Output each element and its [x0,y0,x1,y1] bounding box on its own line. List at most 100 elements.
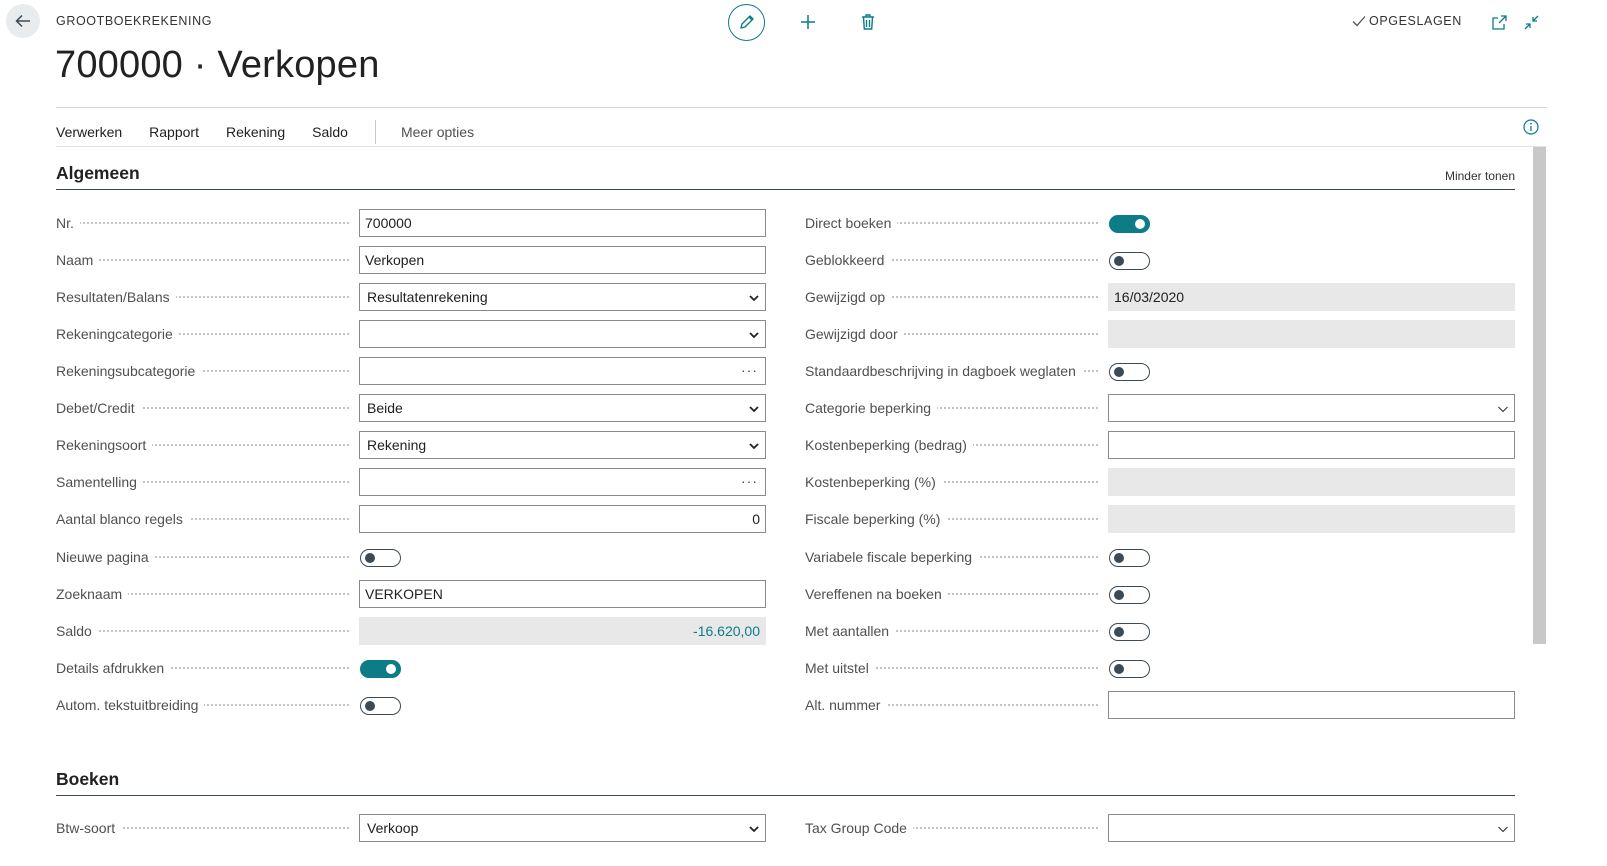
label-rekeningsoort: Rekeningsoort [56,437,153,453]
more-options-button[interactable]: Meer opties [401,124,474,140]
back-button[interactable] [6,4,40,38]
select-rekeningsoort[interactable]: Rekening [359,431,766,459]
new-button[interactable] [798,12,818,32]
input-kostenbeperking-bedrag[interactable] [1108,431,1515,459]
open-new-window-button[interactable] [1490,13,1508,31]
toggle-details-afdrukken[interactable] [360,660,401,678]
field-rekeningsubcategorie: Rekeningsubcategorie [56,357,349,385]
label-nr: Nr. [56,215,80,231]
input-naam[interactable]: Verkopen [359,246,766,274]
label-aantal-blanco-regels: Aantal blanco regels [56,511,189,527]
action-bar-divider [56,146,1547,147]
select-categorie-beperking[interactable] [1108,394,1515,422]
field-tax-group-code: Tax Group Code [805,814,1098,842]
action-rapport[interactable]: Rapport [149,124,199,140]
chevron-down-icon [1498,406,1508,413]
action-saldo[interactable]: Saldo [312,124,348,140]
trash-icon [862,14,874,30]
delete-button[interactable] [858,12,878,32]
input-zoeknaam[interactable]: VERKOPEN [359,580,766,608]
collapse-button[interactable] [1522,13,1540,31]
field-standaardbeschrijving: Standaardbeschrijving in dagboek weglate… [805,357,1098,385]
chevron-down-icon [1498,826,1508,833]
label-fiscale-beperking: Fiscale beperking (%) [805,511,947,527]
checkmark-icon [1352,16,1366,27]
field-saldo: Saldo [56,617,349,645]
toggle-direct-boeken[interactable] [1109,215,1150,233]
field-geblokkeerd: Geblokkeerd [805,246,1098,274]
info-icon [1522,118,1539,135]
label-kostenbeperking-bedrag: Kostenbeperking (bedrag) [805,437,973,453]
saldo-value-link[interactable]: -16.620,00 [359,617,766,645]
toggle-met-uitstel[interactable] [1109,660,1150,678]
label-kostenbeperking-pct: Kostenbeperking (%) [805,474,942,490]
fiscale-beperking-value [1108,505,1515,533]
select-value: Rekening [367,437,427,453]
header-divider [56,107,1547,108]
info-button[interactable] [1522,118,1539,135]
field-nieuwe-pagina: Nieuwe pagina [56,543,349,571]
show-less-link[interactable]: Minder tonen [1445,169,1515,183]
action-separator [374,120,376,144]
lookup-rekeningsubcategorie[interactable]: ··· [359,357,766,385]
input-aantal-blanco-regels[interactable]: 0 [359,505,766,533]
field-rekeningsoort: Rekeningsoort [56,431,349,459]
chevron-down-icon [749,332,759,339]
label-details-afdrukken: Details afdrukken [56,660,171,676]
field-categorie-beperking: Categorie beperking [805,394,1098,422]
collapse-arrows-icon [1524,15,1538,29]
plus-icon [801,15,815,29]
saved-status: OPGESLAGEN [1352,14,1462,28]
select-debet-credit[interactable]: Beide [359,394,766,422]
select-tax-group-code[interactable] [1108,814,1515,842]
toggle-autom-tekstuitbreiding[interactable] [360,697,401,715]
action-rekening[interactable]: Rekening [226,124,285,140]
toggle-geblokkeerd[interactable] [1109,252,1150,270]
kostenbeperking-pct-value [1108,468,1515,496]
label-tax-group-code: Tax Group Code [805,820,913,836]
label-gewijzigd-door: Gewijzigd door [805,326,904,342]
record-actions [728,3,874,41]
field-resultaten-balans: Resultaten/Balans [56,283,349,311]
edit-button[interactable] [728,3,765,41]
field-autom-tekstuitbreiding: Autom. tekstuitbreiding [56,691,349,719]
toggle-standaardbeschrijving[interactable] [1109,363,1150,381]
section-title-boeken: Boeken [56,769,120,789]
field-met-aantallen: Met aantallen [805,617,1098,645]
label-vereffenen-na-boeken: Vereffenen na boeken [805,586,948,602]
toggle-nieuwe-pagina[interactable] [360,549,401,567]
lookup-samentelling[interactable]: ··· [359,468,766,496]
breadcrumb: GROOTBOEKREKENING [56,14,213,28]
label-resultaten-balans: Resultaten/Balans [56,289,176,305]
field-direct-boeken: Direct boeken [805,209,1098,237]
toggle-variabele-fiscale-beperking[interactable] [1109,549,1150,567]
field-fiscale-beperking: Fiscale beperking (%) [805,505,1098,533]
label-met-aantallen: Met aantallen [805,623,896,639]
field-samentelling: Samentelling [56,468,349,496]
chevron-down-icon [749,406,759,413]
input-nr[interactable]: 700000 [359,209,766,237]
select-rekeningcategorie[interactable] [359,320,766,348]
label-zoeknaam: Zoeknaam [56,586,129,602]
select-value: Resultatenrekening [367,289,488,305]
label-saldo: Saldo [56,623,98,639]
label-autom-tekstuitbreiding: Autom. tekstuitbreiding [56,697,205,713]
action-verwerken[interactable]: Verwerken [56,124,122,140]
field-kostenbeperking-bedrag: Kostenbeperking (bedrag) [805,431,1098,459]
ellipsis-icon[interactable]: ··· [741,362,758,378]
select-btw-soort[interactable]: Verkoop [359,814,766,842]
ellipsis-icon[interactable]: ··· [741,473,758,489]
field-gewijzigd-door: Gewijzigd door [805,320,1098,348]
toggle-met-aantallen[interactable] [1109,623,1150,641]
chevron-down-icon [749,826,759,833]
label-met-uitstel: Met uitstel [805,660,875,676]
toggle-vereffenen-na-boeken[interactable] [1109,586,1150,604]
section-boeken-header: Boeken [56,769,1515,796]
label-naam: Naam [56,252,100,268]
scrollbar-thumb[interactable] [1533,147,1546,644]
field-vereffenen-na-boeken: Vereffenen na boeken [805,580,1098,608]
select-resultaten-balans[interactable]: Resultatenrekening [359,283,766,311]
input-alt-nummer[interactable] [1108,691,1515,719]
arrow-left-icon [15,14,30,28]
select-value: Beide [367,400,403,416]
